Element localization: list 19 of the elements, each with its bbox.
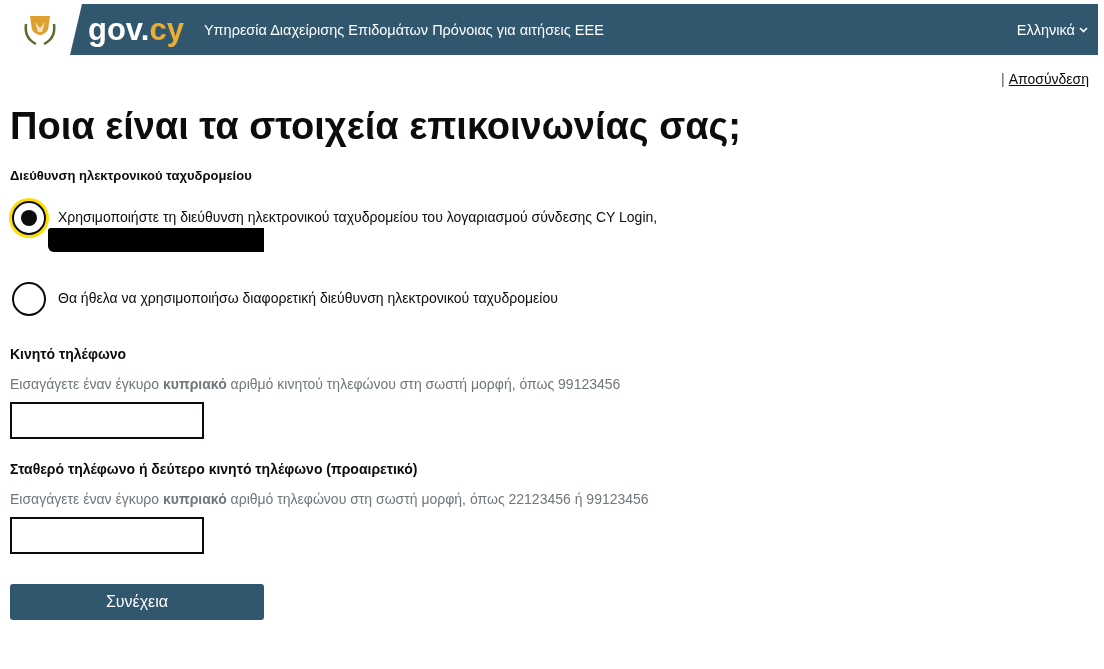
phone-input[interactable] [10, 402, 204, 439]
field-label: Κινητό τηλέφωνο [10, 346, 128, 362]
logo[interactable]: gov.cy [88, 11, 184, 48]
logout-link[interactable]: Αποσύνδεση [1008, 71, 1089, 87]
radio-button[interactable] [12, 282, 46, 316]
field-label: Διεύθυνση ηλεκτρονικού ταχυδρομείου [10, 168, 253, 183]
language-selector[interactable]: Ελληνικά [1016, 21, 1088, 38]
radio-label: Χρησιμοποιήστε τη διεύθυνση ηλεκτρονικού ταχυδρομείου του λογαριασμού σύνδεσης CY Login, [58, 209, 658, 225]
field-hint: Εισαγάγετε έναν έγκυρο κυπριακό αριθμό τηλεφώνου στη σωστή μορφή, όπως 22123456 ή 99123456 [10, 491, 650, 507]
field-label: Σταθερό τηλέφωνο ή δεύτερο κινητό τηλέφωνο (προαιρετικό) [10, 461, 419, 477]
radio-label: Θα ήθελα να χρησιμοποιήσω διαφορετική διεύθυνση ηλεκτρονικού ταχυδρομείου [58, 290, 558, 306]
service-name: Υπηρεσία Διαχείρισης Επιδομάτων Πρόνοιας για αιτήσεις ΕΕΕ [203, 21, 605, 38]
page-title: Ποια είναι τα στοιχεία επικοινωνίας σας; [10, 105, 742, 148]
continue-button[interactable]: Συνέχεια [10, 584, 264, 620]
separator: | [1001, 71, 1005, 87]
radio-button[interactable] [12, 201, 46, 235]
chevron-icon [1079, 26, 1088, 33]
field-hint: Εισαγάγετε έναν έγκυρο κυπριακό αριθμό κινητού τηλεφώνου στη σωστή μορφή, όπως 99123456 [10, 376, 622, 392]
phone-input[interactable] [10, 517, 204, 554]
